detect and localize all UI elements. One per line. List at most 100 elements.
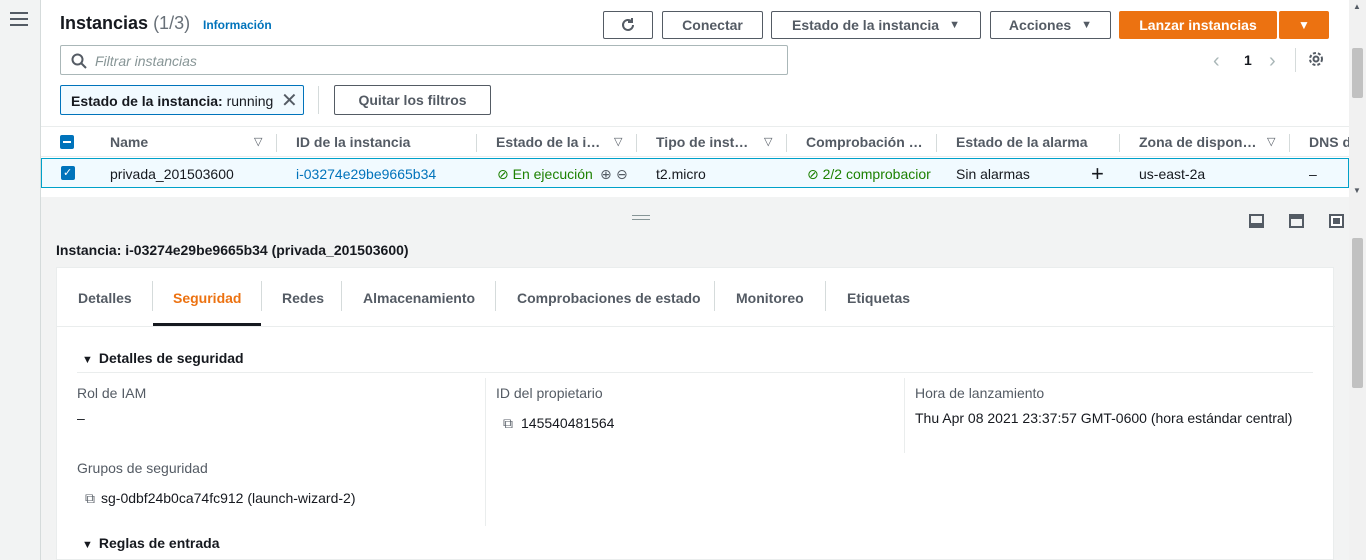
copy-icon[interactable]: ⧉: [85, 490, 95, 506]
sort-icon[interactable]: ▽: [764, 135, 772, 148]
row-checkbox[interactable]: ✓: [61, 166, 75, 180]
alarm-status: Sin alarmas: [956, 166, 1030, 182]
status-checks: ⊘ 2/2 comprobacior: [807, 166, 942, 183]
column-divider: [276, 134, 277, 152]
tab-tags[interactable]: Etiquetas: [847, 290, 910, 306]
tab-monitoring[interactable]: Monitoreo: [736, 290, 804, 306]
instance-detail-title: Instancia: i-03274e29be9665b34 (privada_…: [56, 242, 409, 258]
column-divider: [485, 378, 486, 526]
launch-time-label: Hora de lanzamiento: [915, 385, 1045, 401]
launch-instances-button[interactable]: Lanzar instancias: [1119, 11, 1277, 39]
inbound-rules-header[interactable]: ▼ Reglas de entrada: [82, 535, 220, 551]
split-resize-handle[interactable]: [632, 215, 650, 220]
caret-down-icon: ▼: [1298, 18, 1310, 32]
select-all-checkbox[interactable]: [60, 135, 74, 149]
close-icon[interactable]: ✕: [281, 88, 298, 113]
security-groups-label: Grupos de seguridad: [77, 460, 208, 476]
sort-icon[interactable]: ▽: [614, 135, 622, 148]
connect-button[interactable]: Conectar: [662, 11, 763, 39]
security-details-header[interactable]: ▼ Detalles de seguridad: [82, 350, 244, 366]
tab-status-checks[interactable]: Comprobaciones de estado: [517, 290, 701, 306]
add-alarm-icon[interactable]: +: [1091, 161, 1104, 187]
page-number[interactable]: 1: [1244, 52, 1252, 68]
table-row[interactable]: ✓ privada_201503600 i-03274e29be9665b34 …: [41, 158, 1349, 188]
zoom-out-icon[interactable]: ⊖: [616, 166, 628, 183]
prev-page-icon[interactable]: ‹: [1213, 50, 1220, 73]
tab-security[interactable]: Seguridad: [173, 290, 241, 306]
owner-id-value: ⧉ 145540481564: [503, 415, 614, 432]
full-panel-icon[interactable]: [1329, 214, 1344, 228]
menu-icon[interactable]: [10, 12, 28, 28]
tab-divider: [825, 281, 826, 311]
column-divider: [476, 134, 477, 152]
search-input[interactable]: Filtrar instancias: [60, 45, 788, 75]
iam-role-value: –: [77, 410, 85, 426]
tab-divider: [261, 281, 262, 311]
launch-options-dropdown[interactable]: ▼: [1279, 11, 1329, 39]
instance-id-link[interactable]: i-03274e29be9665b34: [296, 166, 436, 182]
section-title: Detalles de seguridad: [98, 350, 244, 366]
settings-gear-icon[interactable]: [1306, 49, 1326, 72]
column-header[interactable]: DNS d: [1309, 134, 1351, 150]
clear-filters-button[interactable]: Quitar los filtros: [334, 85, 491, 115]
bottom-panel-icon[interactable]: [1249, 214, 1264, 228]
section-divider: [77, 372, 1313, 373]
tab-storage[interactable]: Almacenamiento: [363, 290, 475, 306]
column-header[interactable]: Name: [110, 134, 148, 150]
availability-zone: us-east-2a: [1139, 166, 1206, 182]
security-group-text: sg-0dbf24b0ca74fc912 (launch-wizard-2): [101, 490, 356, 506]
instance-name: privada_201503600: [110, 166, 234, 182]
column-divider: [636, 134, 637, 152]
zoom-in-icon[interactable]: ⊕: [600, 166, 612, 183]
iam-role-label: Rol de IAM: [77, 385, 147, 401]
scrollbar-thumb[interactable]: [1352, 48, 1363, 98]
search-icon: [71, 53, 87, 69]
column-header[interactable]: Comprobación …: [806, 134, 923, 150]
column-header[interactable]: Estado de la i…: [496, 134, 600, 150]
column-header[interactable]: ID de la instancia: [296, 134, 410, 150]
split-panel-icon[interactable]: [1289, 214, 1304, 228]
instance-state-text: En ejecución: [512, 166, 593, 182]
instance-type: t2.micro: [656, 166, 706, 182]
caret-down-icon: ▼: [82, 354, 93, 366]
tab-divider: [341, 281, 342, 311]
instance-state-label: Estado de la instancia: [792, 17, 940, 33]
page-title: Instancias (1/3): [60, 13, 191, 33]
column-header[interactable]: Tipo de inst…: [656, 134, 748, 150]
scroll-up-icon[interactable]: ▲: [1353, 2, 1361, 11]
security-group-link[interactable]: ⧉ sg-0dbf24b0ca74fc912 (launch-wizard-2): [85, 490, 355, 507]
launch-time-value: Thu Apr 08 2021 23:37:57 GMT-0600 (hora …: [915, 410, 1293, 426]
column-divider: [936, 134, 937, 152]
sort-icon[interactable]: ▽: [1267, 135, 1275, 148]
owner-id-text: 145540481564: [521, 415, 615, 431]
owner-id-label: ID del propietario: [496, 385, 603, 401]
info-link[interactable]: Información: [203, 18, 272, 32]
next-page-icon[interactable]: ›: [1269, 50, 1276, 73]
filter-chip: Estado de la instancia: running ✕: [60, 85, 304, 115]
check-circle-icon: ⊘: [497, 166, 509, 182]
refresh-button[interactable]: [603, 11, 653, 39]
check-circle-icon: ⊘: [807, 166, 819, 182]
actions-dropdown[interactable]: Acciones ▼: [990, 11, 1111, 39]
section-title: Reglas de entrada: [98, 535, 220, 551]
scroll-down-icon[interactable]: ▼: [1353, 186, 1361, 195]
detail-scrollbar-thumb[interactable]: [1352, 238, 1363, 388]
copy-icon[interactable]: ⧉: [503, 415, 513, 431]
column-header[interactable]: Estado de la alarma: [956, 134, 1088, 150]
tab-details[interactable]: Detalles: [78, 290, 132, 306]
table-row-partial: [41, 197, 1349, 199]
caret-down-icon: ▼: [82, 539, 93, 551]
tabs-divider: [57, 326, 1335, 327]
search-placeholder: Filtrar instancias: [95, 53, 197, 69]
column-divider: [1119, 134, 1120, 152]
instance-state-dropdown[interactable]: Estado de la instancia ▼: [771, 11, 981, 39]
tab-networking[interactable]: Redes: [282, 290, 324, 306]
refresh-icon: [622, 18, 634, 31]
column-divider: [1289, 134, 1290, 152]
caret-down-icon: ▼: [949, 19, 960, 31]
tab-divider: [714, 281, 715, 311]
sort-icon[interactable]: ▽: [254, 135, 262, 148]
column-header[interactable]: Zona de dispon…: [1139, 134, 1256, 150]
filter-chip-value: running: [226, 93, 274, 109]
status-checks-text: 2/2 comprobacior: [822, 166, 931, 182]
